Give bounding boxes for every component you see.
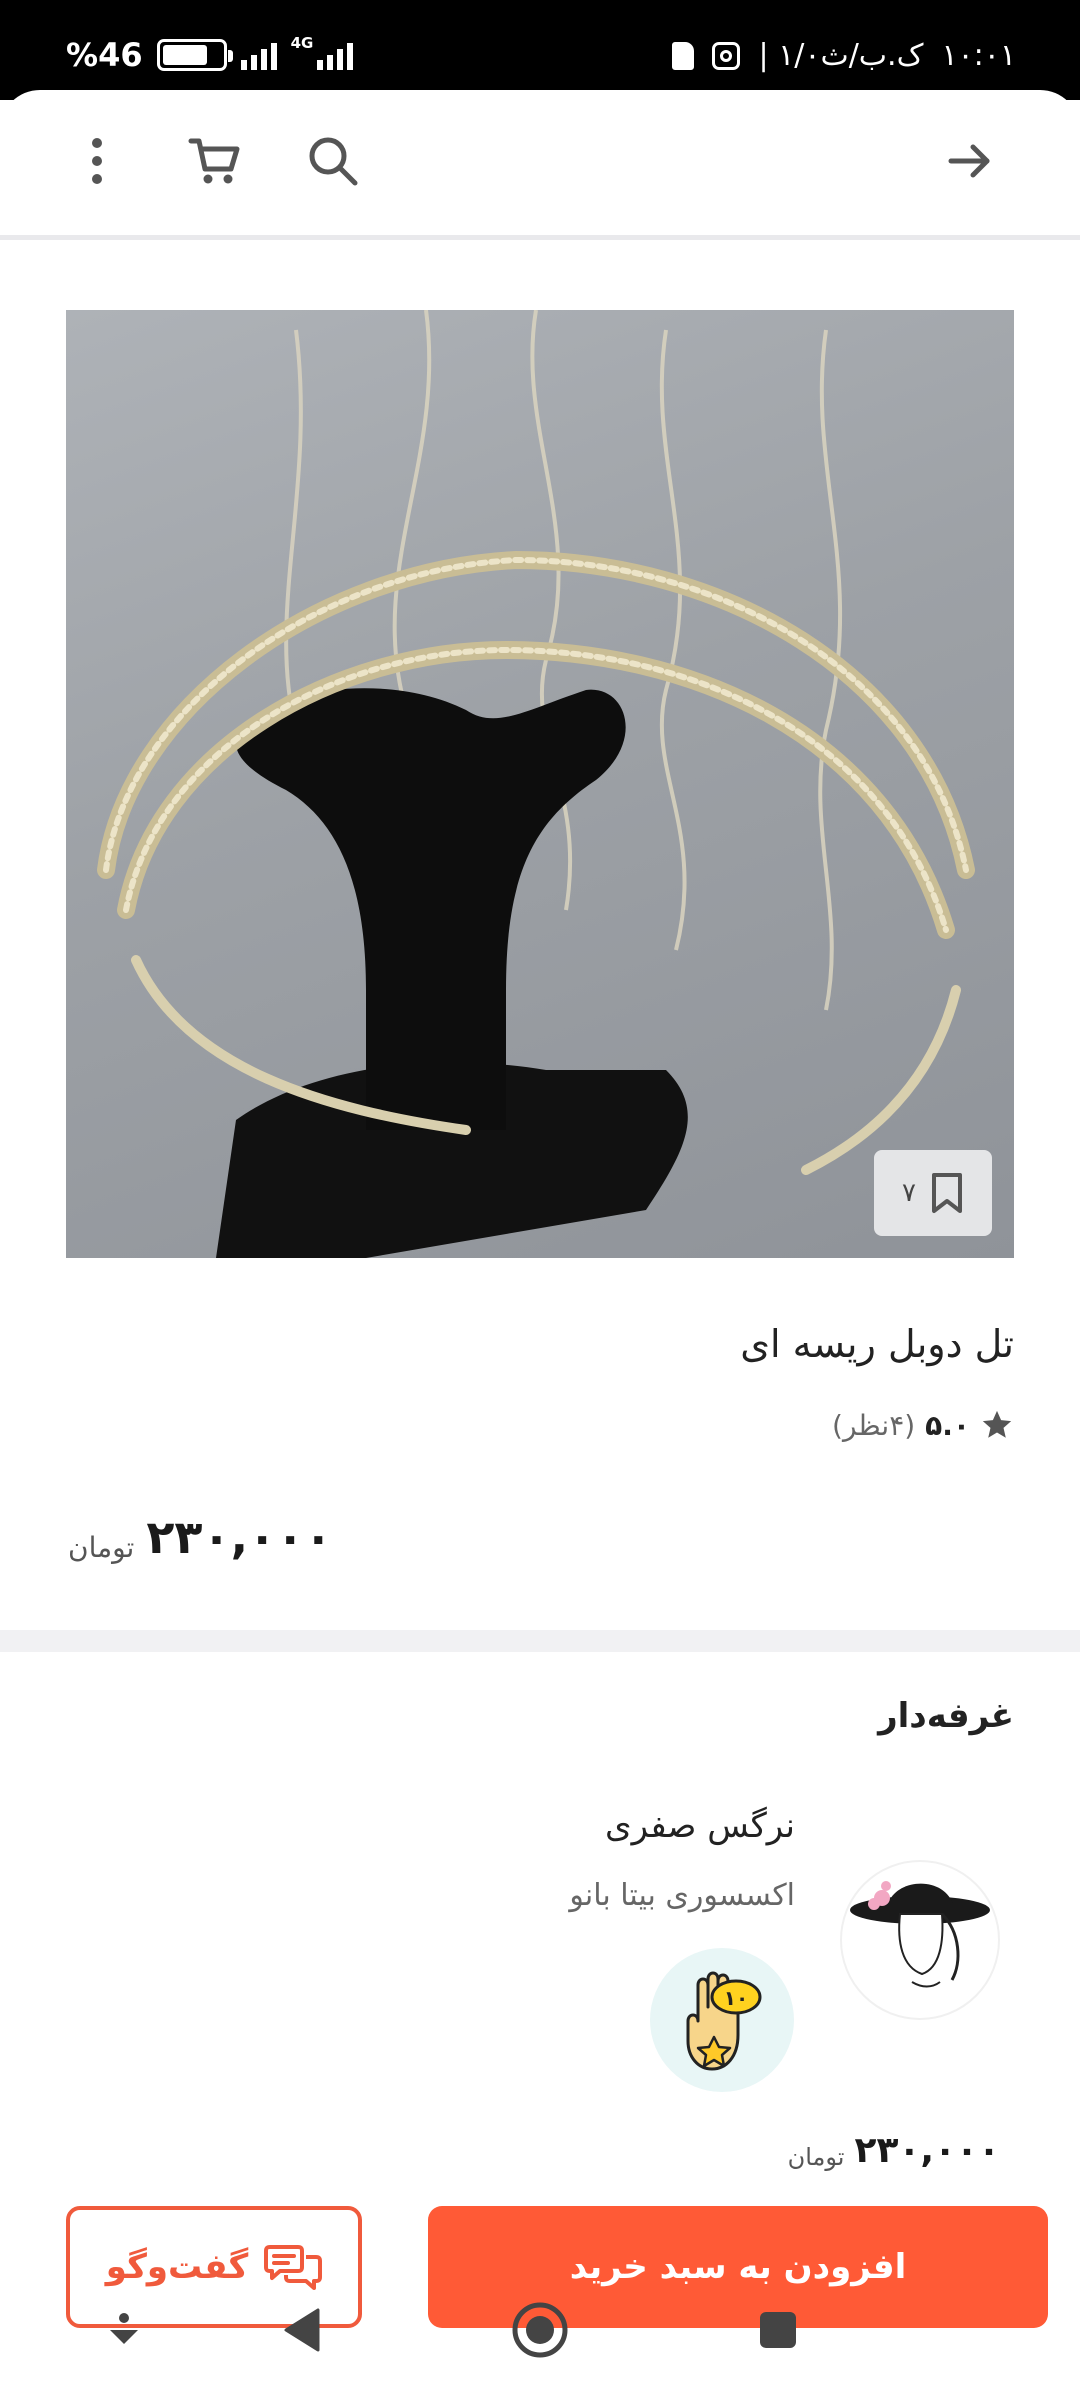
seller-logo-illustration <box>850 1881 990 1988</box>
system-nav-bar <box>0 2262 1080 2400</box>
price-value: ۲۳۰,۰۰۰ <box>146 1510 333 1564</box>
seller-section-title: غرفه‌دار <box>878 1696 1014 1736</box>
top-app-bar <box>0 90 1080 240</box>
product-rating[interactable]: ۵.۰ (۴نظر) <box>832 1408 1014 1442</box>
status-time: ۱۰:۰۱ <box>941 38 1016 73</box>
seller-price: تومان ۲۳۰,۰۰۰ <box>788 2130 1000 2171</box>
nav-back-icon <box>284 2308 320 2352</box>
nav-recents-button[interactable] <box>738 2290 818 2370</box>
sim-icon <box>672 41 695 70</box>
network-type: 4G <box>290 34 314 52</box>
bookmark-button[interactable]: ۷ <box>874 1150 992 1236</box>
status-right: | ۱/۰ک.ب/ث ۱۰:۰۱ <box>672 38 1016 73</box>
nav-home-button[interactable] <box>500 2290 580 2370</box>
nav-recents-icon <box>760 2312 796 2348</box>
signal-icon-2 <box>317 40 354 70</box>
seller-shop-name[interactable]: اکسسوری بیتا بانو <box>569 1878 795 1913</box>
product-title: تل دوبل ریسه ای <box>740 1322 1014 1366</box>
page-sheet: ۷ تل دوبل ریسه ای ۵.۰ (۴نظر) تومان ۲۳۰,۰… <box>0 90 1080 2400</box>
bookmark-icon <box>931 1173 962 1213</box>
seller-avatar[interactable] <box>840 1860 1000 2020</box>
battery-percent: %46 <box>66 36 143 74</box>
product-price: تومان ۲۳۰,۰۰۰ <box>68 1510 332 1564</box>
seller-badge-number: ۱۰ <box>724 1986 748 2010</box>
section-divider <box>0 1630 1080 1652</box>
nav-back-button[interactable] <box>262 2290 342 2370</box>
nav-home-icon <box>512 2302 568 2358</box>
product-photo-illustration <box>97 310 975 1258</box>
signal-icon <box>240 40 277 70</box>
status-left: %46 4G <box>66 34 354 74</box>
more-button[interactable] <box>62 126 132 196</box>
rating-score: ۵.۰ <box>925 1408 970 1442</box>
back-button[interactable] <box>935 126 1005 196</box>
status-info: | ۱/۰ک.ب/ث <box>758 38 924 73</box>
seller-price-value: ۲۳۰,۰۰۰ <box>854 2130 1000 2171</box>
bookmark-count: ۷ <box>902 1178 916 1208</box>
cart-button[interactable] <box>180 126 250 196</box>
cart-icon <box>188 138 240 184</box>
instagram-icon <box>712 41 741 70</box>
status-bar: %46 4G | ۱/۰ک.ب/ث ۱۰:۰۱ <box>0 0 1080 100</box>
seller-badge-icon: ۱۰ <box>686 1971 762 2071</box>
arrow-right-icon <box>948 144 990 178</box>
search-button[interactable] <box>298 126 368 196</box>
battery-icon <box>156 39 233 71</box>
rating-count: (۴نظر) <box>832 1408 916 1442</box>
seller-price-currency: تومان <box>787 2143 845 2171</box>
more-vert-icon <box>92 138 102 184</box>
nav-down-icon <box>110 2313 138 2344</box>
nav-extra-button[interactable] <box>84 2290 164 2370</box>
star-icon <box>982 1410 1012 1438</box>
seller-level-badge: ۱۰ <box>650 1948 794 2092</box>
seller-name[interactable]: نرگس صفری <box>605 1806 795 1846</box>
product-image[interactable]: ۷ <box>66 310 1014 1258</box>
price-currency: تومان <box>68 1531 135 1564</box>
search-icon <box>309 137 358 186</box>
